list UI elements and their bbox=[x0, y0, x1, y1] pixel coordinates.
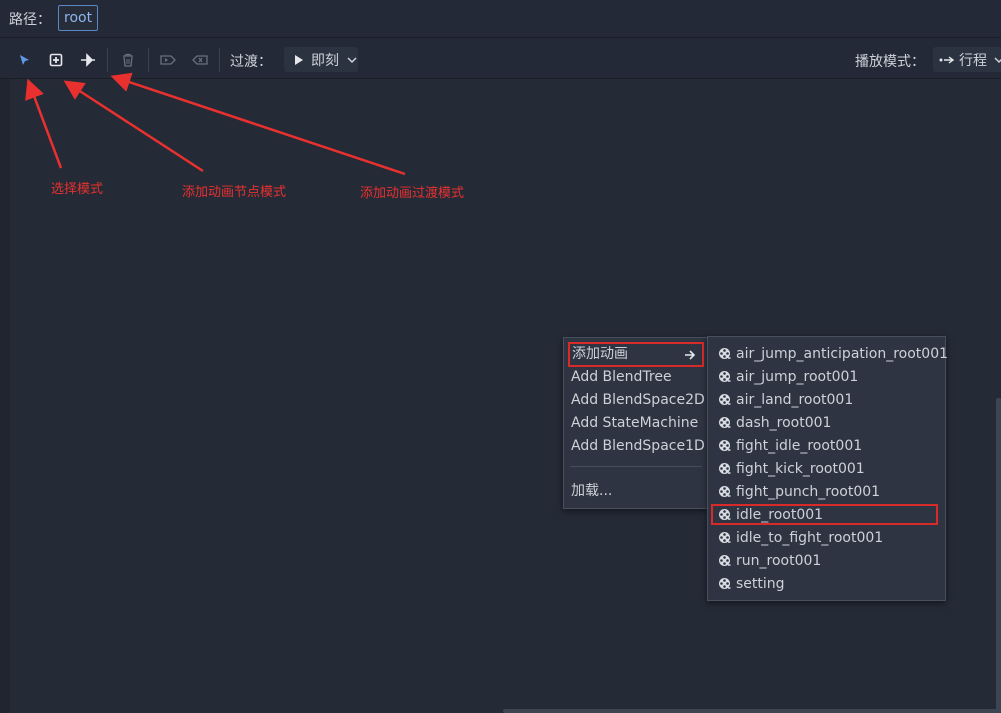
submenu-item-label: air_land_root001 bbox=[736, 391, 854, 408]
submenu-item[interactable]: idle_to_fight_root001 bbox=[718, 526, 883, 549]
menu-item-add-blendspace2d[interactable]: Add BlendSpace2D bbox=[571, 389, 705, 412]
submenu-item[interactable]: dash_root001 bbox=[718, 411, 831, 434]
submenu-item[interactable]: setting bbox=[718, 572, 785, 595]
menu-item-add-blendtree[interactable]: Add BlendTree bbox=[571, 366, 672, 389]
animation-icon bbox=[718, 347, 731, 360]
submenu-item[interactable]: air_jump_root001 bbox=[718, 365, 858, 388]
animation-icon bbox=[718, 485, 731, 498]
animation-icon bbox=[718, 370, 731, 383]
submenu-item-label: fight_kick_root001 bbox=[736, 460, 865, 477]
submenu-item[interactable]: air_land_root001 bbox=[718, 388, 853, 411]
menu-item-add-statemachine[interactable]: Add StateMachine bbox=[571, 412, 698, 435]
animation-icon bbox=[718, 508, 731, 521]
submenu-item-label: idle_to_fight_root001 bbox=[736, 529, 884, 546]
submenu-item-label: fight_idle_root001 bbox=[736, 437, 863, 454]
arrow-right-icon bbox=[685, 350, 696, 360]
submenu-item[interactable]: fight_kick_root001 bbox=[718, 457, 865, 480]
animation-icon bbox=[718, 393, 731, 406]
menu-separator bbox=[570, 466, 702, 467]
arrow-add-transition-mode bbox=[110, 72, 406, 176]
submenu-item-label: fight_punch_root001 bbox=[736, 483, 881, 500]
menu-item-add-animation[interactable]: 添加动画 bbox=[568, 342, 704, 367]
animation-icon bbox=[718, 462, 731, 475]
animation-icon bbox=[718, 577, 731, 590]
add-node-context-menu: 添加动画 Add BlendTree Add BlendSpace2D Add … bbox=[563, 337, 709, 509]
animation-submenu: air_jump_anticipation_root001 air_jump_r… bbox=[707, 336, 948, 601]
animation-icon bbox=[718, 416, 731, 429]
animation-icon bbox=[718, 554, 731, 567]
annotation-select-mode: 选择模式 bbox=[51, 182, 104, 197]
submenu-item[interactable]: run_root001 bbox=[718, 549, 821, 572]
animation-icon bbox=[718, 439, 731, 452]
menu-item-load[interactable]: 加载... bbox=[571, 480, 612, 503]
submenu-item-label: dash_root001 bbox=[736, 414, 832, 431]
arrow-select-mode bbox=[25, 78, 63, 169]
submenu-item-label: setting bbox=[736, 575, 785, 592]
submenu-item[interactable]: air_jump_anticipation_root001 bbox=[718, 342, 948, 365]
annotation-add-transition-mode: 添加动画过渡模式 bbox=[360, 186, 465, 201]
annotation-add-node-mode: 添加动画节点模式 bbox=[182, 185, 287, 200]
submenu-item-label: run_root001 bbox=[736, 552, 822, 569]
menu-item-label: 添加动画 bbox=[572, 346, 628, 362]
submenu-item-label: air_jump_root001 bbox=[736, 368, 859, 385]
menu-item-add-blendspace1d[interactable]: Add BlendSpace1D bbox=[571, 435, 705, 458]
animation-icon bbox=[718, 531, 731, 544]
submenu-item-label: air_jump_anticipation_root001 bbox=[736, 345, 949, 362]
submenu-item[interactable]: fight_idle_root001 bbox=[718, 434, 862, 457]
submenu-item[interactable]: fight_punch_root001 bbox=[718, 480, 880, 503]
submenu-item-highlighted[interactable]: idle_root001 bbox=[711, 504, 938, 525]
arrow-add-node-mode bbox=[63, 80, 204, 173]
submenu-item-label: idle_root001 bbox=[736, 506, 824, 523]
